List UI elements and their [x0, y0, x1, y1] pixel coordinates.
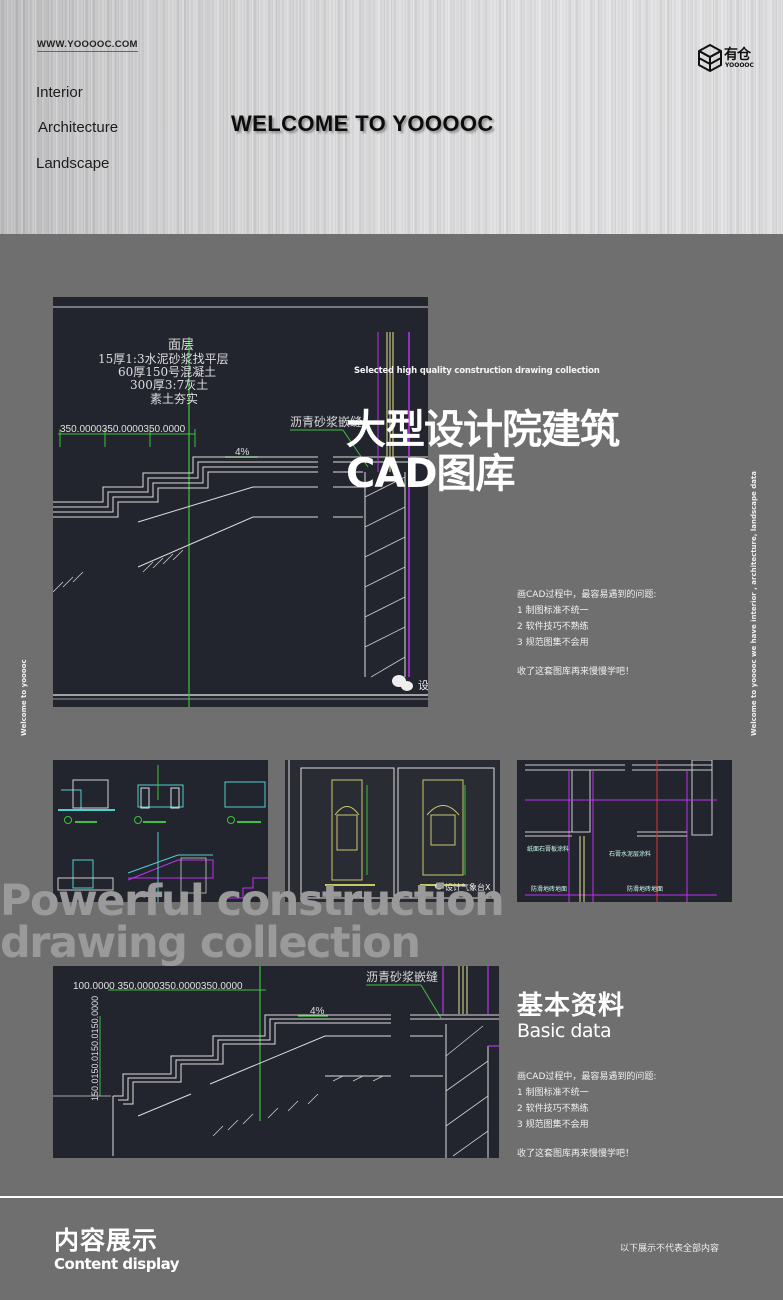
joint-label: 沥青砂浆嵌缝: [366, 969, 438, 984]
dimension-label: 350.0000350.0000350.0000: [60, 424, 186, 435]
nav-interior[interactable]: Interior: [36, 84, 83, 101]
side-text-right: Welcome to yooooc we have interior , arc…: [750, 471, 758, 736]
section-label: 石膏水泥层涂料: [609, 850, 651, 858]
section-divider: [0, 1196, 783, 1198]
layer-label: 60厚150号混凝土: [118, 364, 216, 379]
site-url-link[interactable]: WWW.YOOOOC.COM: [37, 39, 138, 52]
stacked-cube-icon: [698, 44, 722, 72]
basic-data-title-en: Basic data: [517, 1020, 612, 1042]
desc-intro: 画CAD过程中，最容易遇到的问题:: [517, 1072, 657, 1082]
side-text-left: Welcome to yooooc: [20, 659, 28, 736]
main-cad-drawing: 350.0000350.0000350.0000 面层 15厚1:3水泥砂浆找平…: [53, 297, 428, 707]
watermark-text: 设: [418, 679, 428, 692]
hero-description: 画CAD过程中，最容易遇到的问题: 1 制图标准不统一 2 软件技巧不熟练 3 …: [517, 587, 656, 680]
wechat-icon: [392, 675, 413, 691]
content-display-title-en: Content display: [54, 1255, 180, 1273]
section-label: 防滑地砖地面: [627, 885, 663, 893]
hero-tagline: Selected high quality construction drawi…: [354, 366, 600, 376]
watermark-heading: Powerful construction drawing collection: [0, 880, 505, 968]
section-label: 纸面石膏板涂料: [527, 845, 569, 853]
brand-logo[interactable]: 有仓 YOOOOC: [696, 43, 760, 73]
desc-outro: 收了这套图库再来慢慢学吧！: [517, 667, 635, 677]
nav-landscape[interactable]: Landscape: [36, 155, 109, 172]
basic-description: 画CAD过程中，最容易遇到的问题: 1 制图标准不统一 2 软件技巧不熟练 3 …: [517, 1069, 656, 1162]
logo-cn-text: 有仓: [724, 47, 751, 63]
desc-intro: 画CAD过程中，最容易遇到的问题:: [517, 590, 657, 600]
desc-item: 2 软件技巧不熟练: [517, 622, 589, 632]
desc-item: 2 软件技巧不熟练: [517, 1104, 589, 1114]
welcome-heading: WELCOME TO YOOOOC: [231, 111, 494, 136]
hero-title-line2: CAD图库: [346, 451, 516, 497]
content-display-note: 以下展示不代表全部内容: [620, 1244, 720, 1254]
section-label: 防滑地砖地面: [531, 885, 567, 893]
desc-outro: 收了这套图库再来慢慢学吧！: [517, 1149, 635, 1159]
content-display-title-cn: 内容展示: [54, 1226, 159, 1255]
hero-title: 大型设计院建筑 CAD图库: [346, 407, 620, 497]
desc-item: 3 规范图集不会用: [517, 1120, 589, 1130]
nav-architecture[interactable]: Architecture: [38, 119, 118, 136]
desc-item: 3 规范图集不会用: [517, 638, 589, 648]
basic-data-title-cn: 基本资料: [517, 991, 626, 1021]
vertical-dimension-label: 150.0150.0150.0150.0000: [90, 996, 100, 1101]
header-banner: WWW.YOOOOC.COM Interior Architecture Lan…: [0, 0, 783, 234]
desc-item: 1 制图标准不统一: [517, 606, 589, 616]
bottom-cad-drawing: 100.0000 350.0000350.0000350.0000 150.01…: [53, 966, 499, 1158]
thumbnail-wall-sections[interactable]: 纸面石膏板涂料 石膏水泥层涂料 防滑地砖地面 防滑地砖地面: [517, 760, 732, 902]
hero-title-line1: 大型设计院建筑: [346, 407, 620, 453]
logo-en-text: YOOOOC: [725, 62, 754, 69]
layer-label: 300厚3:7灰土: [130, 378, 208, 392]
layer-label: 面层: [168, 338, 194, 353]
watermark-line2: drawing collection: [0, 918, 421, 968]
layer-label: 15厚1:3水泥砂浆找平层: [98, 351, 229, 366]
layer-label: 素土夯实: [150, 391, 198, 406]
dimension-label: 100.0000 350.0000350.0000350.0000: [73, 981, 243, 992]
desc-item: 1 制图标准不统一: [517, 1088, 589, 1098]
